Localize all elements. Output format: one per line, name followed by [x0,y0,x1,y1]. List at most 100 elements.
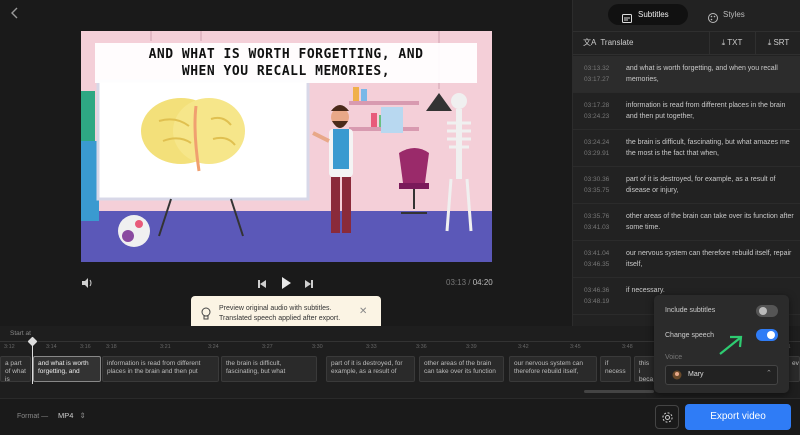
current-time: 03:13 [446,278,467,287]
subtitle-row[interactable]: 03:24.24 03:29.91 the brain is difficult,… [573,130,800,167]
subtitle-clip[interactable]: and what is worth forgetting, and [33,356,101,382]
subtitle-row[interactable]: 03:35.76 03:41.03 other areas of the brai… [573,204,800,241]
change-speech-toggle[interactable] [756,329,778,341]
play-icon[interactable] [279,276,293,295]
subtitle-row[interactable]: 03:30.36 03:35.75 part of it is destroyed… [573,167,800,204]
subtitle-end: 03:46.35 [584,261,610,268]
previous-icon[interactable] [256,277,268,295]
start-at-label: Start at [10,330,31,337]
ruler-tick: 3:12 [4,344,15,350]
panel-tabs: Subtitles Styles [573,0,800,31]
total-time: 04:20 [472,278,493,287]
time-separator: / [468,278,471,287]
subtitle-text[interactable]: other areas of the brain can take over i… [626,211,796,233]
subtitle-overlay-line1: AND WHAT IS WORTH FORGETTING, AND [148,47,424,62]
chevron-updown-icon: ⌃ [766,370,772,377]
format-select[interactable]: MP4 ⇕ [58,411,86,420]
subtitle-clip[interactable]: this i beca [634,356,656,382]
palette-icon [708,10,718,31]
subtitle-start: 03:46.36 [584,287,610,294]
subtitle-end: 03:17.27 [584,76,610,83]
subtitle-clip[interactable]: part of it is destroyed, for example, as… [326,356,415,382]
subtitle-clip[interactable]: our nervous system can therefore rebuild… [509,356,597,382]
subtitle-start: 03:13.32 [584,65,610,72]
chevron-updown-icon: ⇕ [79,411,86,420]
settings-button[interactable] [655,405,679,429]
translate-button[interactable]: 文A Translate [583,32,633,54]
ruler-tick: 3:30 [312,344,323,350]
toggle-knob [759,307,767,315]
ruler-tick: 3:18 [106,344,117,350]
subtitle-end: 03:35.75 [584,187,610,194]
timeline-scrollbar[interactable] [584,390,654,393]
change-speech-label: Change speech [665,332,715,339]
subtitle-end: 03:24.23 [584,113,610,120]
ruler-tick: 3:14 [46,344,57,350]
video-preview-area: AND WHAT IS WORTH FORGETTING, AND WHEN Y… [0,0,572,332]
ruler-tick: 3:24 [208,344,219,350]
subtitle-end: 03:48.19 [584,298,610,305]
back-chevron-icon[interactable] [8,6,22,20]
export-video-button[interactable]: Export video [685,404,791,430]
subtitle-start: 03:17.28 [584,102,610,109]
tooltip-line1: Preview original audio with subtitles. [219,305,332,312]
tab-styles[interactable]: Styles [698,4,758,25]
next-icon[interactable] [303,277,315,295]
subtitle-clip[interactable]: other areas of the brain can take over i… [419,356,504,382]
subtitle-clip[interactable]: information is read from different place… [102,356,219,382]
ruler-tick: 3:27 [262,344,273,350]
bottom-bar: Format — MP4 ⇕ Export video [0,398,800,435]
voice-value: Mary [688,371,704,378]
ruler-tick: 3:45 [570,344,581,350]
txt-label: TXT [727,38,743,47]
include-subtitles-label: Include subtitles [665,307,716,314]
speaker-avatar-icon [672,370,682,382]
subtitle-row[interactable]: 03:13.32 03:17.27 and what is worth forge… [573,56,800,93]
subtitle-end: 03:29.91 [584,150,610,157]
close-icon[interactable]: ✕ [359,307,367,317]
subtitles-list: 03:13.32 03:17.27 and what is worth forge… [573,56,800,326]
include-subtitles-toggle[interactable] [756,305,778,317]
subtitle-row[interactable]: 03:17.28 03:24.23 information is read fro… [573,93,800,130]
translate-label: Translate [600,38,634,47]
subtitles-panel: Subtitles Styles 文A Translate ⤓ TXT ⤓ SRT… [572,0,800,326]
subtitle-start: 03:24.24 [584,139,610,146]
toggle-knob [767,331,775,339]
subtitle-start: 03:35.76 [584,213,610,220]
lightbulb-icon [200,307,212,321]
tab-styles-label: Styles [723,10,745,19]
format-label: Format — [17,413,49,420]
playhead[interactable] [32,340,33,384]
subtitle-text[interactable]: the brain is difficult, fascinating, but… [626,137,796,159]
volume-icon[interactable] [80,276,94,295]
green-arrow-icon [718,334,746,361]
subtitle-start: 03:30.36 [584,176,610,183]
voice-select[interactable]: Mary ⌃ [665,365,778,385]
subtitle-end: 03:41.03 [584,224,610,231]
translate-icon: 文A [583,38,597,47]
ruler-tick: 3:33 [366,344,377,350]
voice-label: Voice [665,354,683,361]
subtitle-text[interactable]: information is read from different place… [626,100,796,122]
subtitle-clip[interactable]: a part of what is [0,356,31,382]
time-readout: 03:13 / 04:20 [446,278,493,287]
subtitle-text[interactable]: our nervous system can therefore rebuild… [626,248,796,270]
subtitle-clip[interactable]: the brain is difficult, fascinating, but… [221,356,317,382]
download-srt-button[interactable]: ⤓ SRT [755,32,800,54]
gear-icon [661,411,674,429]
subtitle-text[interactable]: part of it is destroyed, for example, as… [626,174,796,196]
ruler-tick: 3:21 [160,344,171,350]
subtitle-text[interactable]: and what is worth forgetting, and when y… [626,63,796,85]
ruler-tick: 3:39 [466,344,477,350]
ruler-tick: 3:42 [518,344,529,350]
subtitle-start: 03:41.04 [584,250,610,257]
ruler-tick: 3:36 [416,344,427,350]
subtitle-clip[interactable]: if necess [600,356,631,382]
tab-subtitles-label: Subtitles [638,10,669,19]
download-txt-button[interactable]: ⤓ TXT [709,32,754,54]
tab-subtitles[interactable]: Subtitles [608,4,688,25]
subtitle-overlay-line2: WHEN YOU RECALL MEMORIES, [181,64,391,79]
subtitles-toolbar: 文A Translate ⤓ TXT ⤓ SRT [573,31,800,55]
subtitles-icon [622,10,632,31]
subtitle-row[interactable]: 03:41.04 03:46.35 our nervous system can … [573,241,800,278]
